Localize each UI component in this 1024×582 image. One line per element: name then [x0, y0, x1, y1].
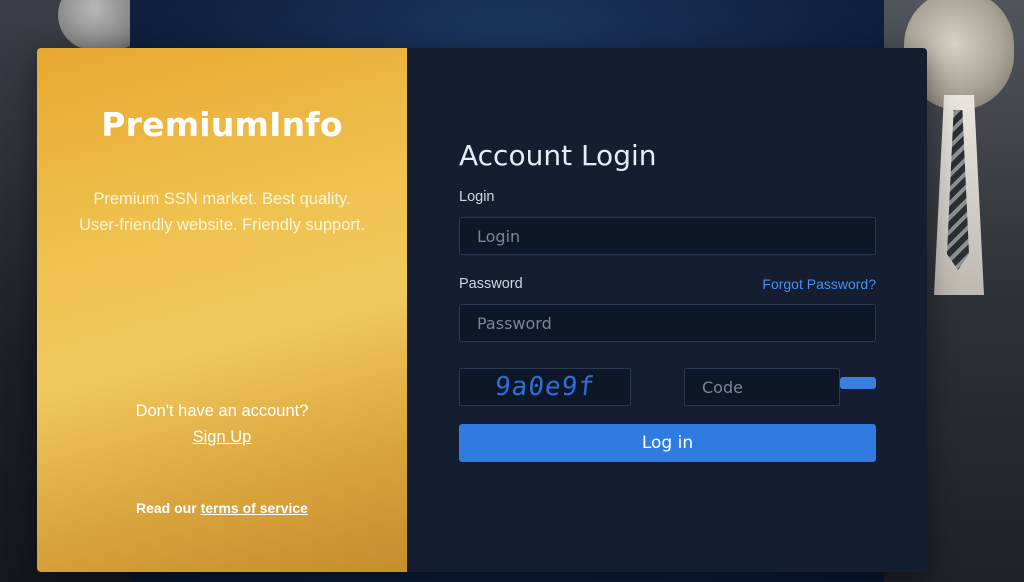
form-title: Account Login [459, 139, 657, 172]
forgot-password-link[interactable]: Forgot Password? [762, 276, 876, 292]
background-person-head [58, 0, 130, 50]
terms-prefix: Read our [136, 500, 197, 516]
terms-notice: Read our terms of service [37, 500, 407, 516]
terms-link[interactable]: terms of service [201, 500, 308, 516]
login-card: PremiumInfo Premium SSN market. Best qua… [37, 48, 927, 572]
brand-title: PremiumInfo [101, 105, 343, 144]
login-form-panel: Account Login Login Password Forgot Pass… [407, 48, 927, 572]
brand-tagline: Premium SSN market. Best quality. User-f… [78, 190, 366, 234]
password-input[interactable] [459, 304, 876, 342]
login-label: Login [459, 189, 495, 205]
captcha-text: 9a0e9f [493, 372, 597, 402]
captcha-image: 9a0e9f [459, 368, 631, 406]
login-button[interactable]: Log in [459, 424, 876, 462]
captcha-refresh-button[interactable] [840, 377, 876, 389]
signup-question: Don't have an account? [135, 402, 309, 420]
promo-panel: PremiumInfo Premium SSN market. Best qua… [37, 48, 407, 572]
login-input[interactable] [459, 217, 876, 255]
password-label: Password [459, 276, 523, 292]
signup-link[interactable]: Sign Up [193, 428, 252, 446]
captcha-code-input[interactable] [684, 368, 840, 406]
signup-block: Don't have an account? Sign Up [37, 398, 407, 450]
